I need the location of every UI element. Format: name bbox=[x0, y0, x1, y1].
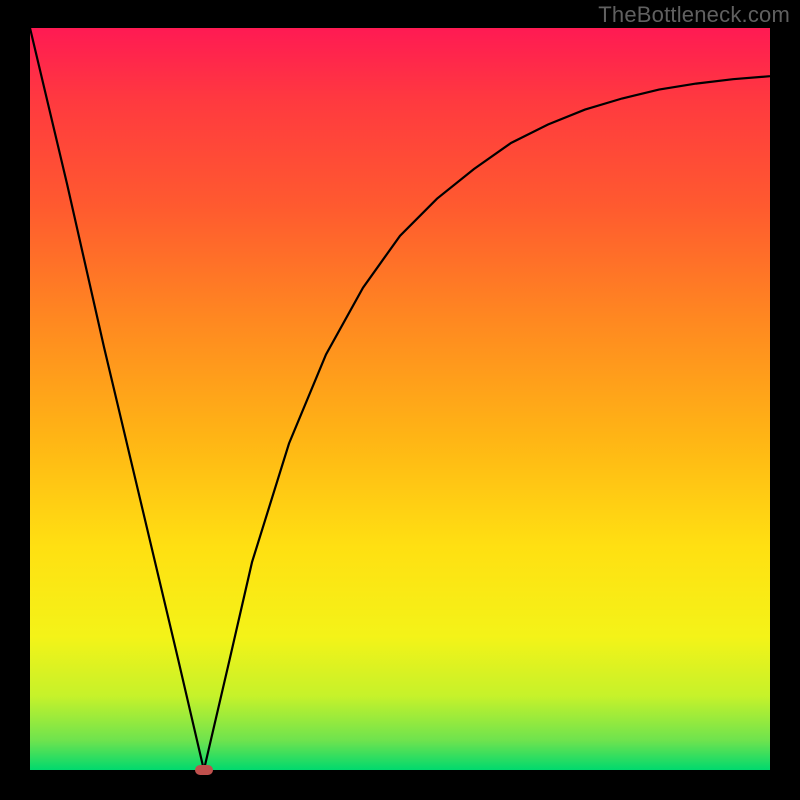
attribution-text: TheBottleneck.com bbox=[598, 2, 790, 28]
bottleneck-curve bbox=[30, 28, 770, 770]
optimal-point-marker bbox=[195, 765, 213, 775]
plot-area bbox=[30, 28, 770, 770]
chart-frame: TheBottleneck.com bbox=[0, 0, 800, 800]
